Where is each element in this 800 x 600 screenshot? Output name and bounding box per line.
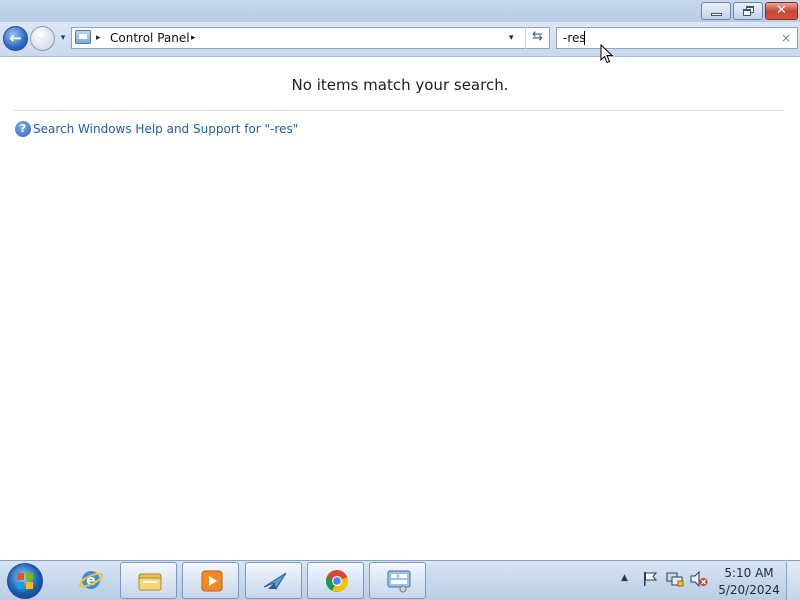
divider <box>14 110 784 111</box>
help-icon: ? <box>15 121 31 137</box>
paint-icon <box>263 572 287 591</box>
action-center-flag-icon[interactable] <box>642 571 658 587</box>
mouse-pointer-icon <box>600 44 614 64</box>
show-desktop-button[interactable] <box>786 562 800 600</box>
clock-date[interactable]: 5/20/2024 <box>716 583 782 597</box>
restore-icon <box>743 6 754 16</box>
show-hidden-icons-button[interactable]: ▲ <box>621 573 628 583</box>
taskbar: e ▲ 5:10 AM 5/20/2024 <box>0 560 800 600</box>
taskbar-control-panel[interactable] <box>369 562 426 599</box>
control-panel-icon <box>75 30 91 44</box>
back-button[interactable]: ← <box>3 26 28 51</box>
breadcrumb-separator-icon[interactable]: ▸ <box>96 31 101 45</box>
title-bar: ✕ <box>0 0 800 22</box>
no-results-message: No items match your search. <box>291 76 509 94</box>
taskbar-windows-explorer[interactable] <box>120 562 177 599</box>
start-button[interactable] <box>7 563 43 599</box>
search-input-value: -res <box>563 31 586 45</box>
search-input[interactable]: -res × <box>556 27 798 49</box>
taskbar-paint[interactable] <box>245 562 302 599</box>
close-icon: ✕ <box>776 3 787 18</box>
navigation-bar: ← → ▾ ▸ Control Panel ▸ ▾ ⇆ -res × <box>0 22 800 57</box>
clear-search-icon[interactable]: × <box>781 30 791 46</box>
recent-pages-dropdown-icon[interactable]: ▾ <box>57 31 69 45</box>
breadcrumb-separator-icon[interactable]: ▸ <box>191 31 196 45</box>
address-bar[interactable]: ▸ Control Panel ▸ ▾ <box>71 27 550 49</box>
taskbar-windows-media-player[interactable] <box>182 562 239 599</box>
internet-explorer-icon: e <box>78 571 104 589</box>
minimize-button[interactable] <box>701 2 731 20</box>
media-player-icon <box>201 570 223 592</box>
windows-logo-icon <box>17 573 33 589</box>
forward-button[interactable]: → <box>30 26 55 51</box>
minimize-icon <box>711 13 722 16</box>
help-search-link-text[interactable]: Search Windows Help and Support for "-re… <box>33 120 298 138</box>
taskbar-google-chrome[interactable] <box>307 562 364 599</box>
network-icon[interactable] <box>666 571 684 587</box>
content-area: No items match your search. ? Search Win… <box>0 57 800 560</box>
close-button[interactable]: ✕ <box>765 2 798 20</box>
breadcrumb-control-panel[interactable]: Control Panel <box>110 30 190 46</box>
clock-time[interactable]: 5:10 AM <box>716 566 782 580</box>
taskbar-internet-explorer[interactable]: e <box>62 562 119 599</box>
restore-button[interactable] <box>733 2 763 20</box>
refresh-button[interactable]: ⇆ <box>525 27 549 49</box>
volume-muted-icon[interactable] <box>690 571 708 587</box>
folder-icon <box>138 573 162 591</box>
control-panel-icon <box>387 570 411 593</box>
chrome-icon <box>325 570 349 592</box>
address-history-dropdown-icon[interactable]: ▾ <box>509 31 514 45</box>
text-caret <box>584 31 585 45</box>
